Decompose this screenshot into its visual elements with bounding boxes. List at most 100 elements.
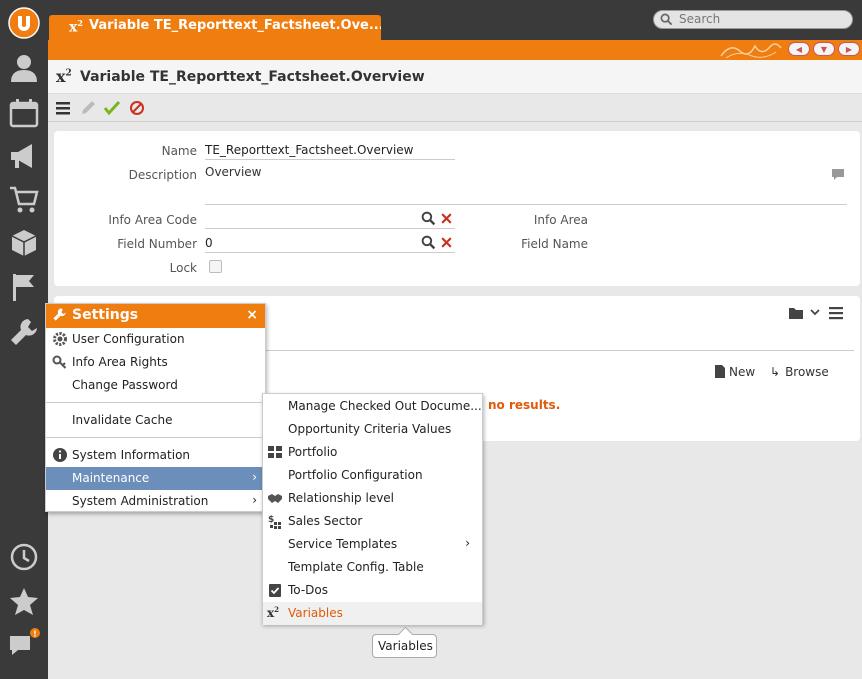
settings-menu-header: Settings × — [46, 304, 265, 328]
search-icon[interactable] — [421, 235, 436, 250]
menu-item-label: User Configuration — [72, 332, 185, 346]
chevron-down-icon[interactable] — [810, 309, 820, 317]
info-area-code-field[interactable] — [205, 211, 455, 229]
star-icon[interactable] — [8, 586, 40, 618]
document-icon — [715, 365, 725, 378]
menu-item-label: Change Password — [72, 378, 178, 392]
lock-label: Lock — [169, 261, 197, 275]
page-header: x2 Variable TE_Reporttext_Factsheet.Over… — [48, 60, 862, 94]
browse-arrow-icon: ↳ — [770, 365, 781, 379]
submenu-item-portfolio-configuration[interactable]: Portfolio Configuration — [263, 464, 482, 487]
chevron-right-icon: › — [252, 470, 257, 484]
flag-icon[interactable] — [8, 271, 40, 303]
info-icon — [53, 448, 67, 462]
variable-icon: x2 — [56, 67, 72, 86]
menu-item-change-password[interactable]: Change Password — [46, 374, 265, 397]
description-label: Description — [128, 168, 197, 182]
menu-icon[interactable] — [828, 305, 844, 321]
clear-icon[interactable] — [440, 236, 453, 249]
info-area-label: Info Area — [533, 213, 588, 227]
next-record-button[interactable]: ▶ — [838, 42, 860, 56]
svg-text:$: $ — [268, 515, 274, 525]
key-icon — [52, 355, 67, 369]
left-sidebar: ! — [0, 0, 48, 679]
new-button[interactable]: New — [714, 364, 755, 379]
record-list-dropdown-button[interactable]: ▼ — [813, 42, 835, 56]
submenu-item-opportunity-criteria-values[interactable]: Opportunity Criteria Values — [263, 418, 482, 441]
details-form: Name TE_Reporttext_Factsheet.Overview De… — [54, 131, 860, 286]
submenu-item-variables[interactable]: x2 Variables — [263, 602, 482, 625]
name-field[interactable]: TE_Reporttext_Factsheet.Overview — [205, 142, 455, 160]
cancel-icon[interactable] — [128, 99, 146, 117]
submenu-item-label: Opportunity Criteria Values — [288, 422, 452, 436]
menu-divider — [46, 402, 265, 403]
previous-record-button[interactable]: ◀ — [788, 42, 810, 56]
field-name-label: Field Name — [521, 237, 588, 251]
cart-icon[interactable] — [8, 183, 40, 215]
info-area-code-label: Info Area Code — [108, 213, 197, 227]
submenu-item-sales-sector[interactable]: $ Sales Sector — [263, 510, 482, 533]
tooltip: Variables — [372, 634, 437, 658]
chat-notification-icon[interactable]: ! — [8, 628, 40, 660]
menu-item-user-configuration[interactable]: User Configuration — [46, 328, 265, 351]
page-title: Variable TE_Reporttext_Factsheet.Overvie… — [80, 69, 425, 85]
maintenance-submenu: Manage Checked Out Docume... Opportunity… — [262, 393, 483, 625]
save-check-icon[interactable] — [103, 99, 121, 117]
menu-divider — [46, 437, 265, 438]
submenu-item-template-config-table[interactable]: Template Config. Table — [263, 556, 482, 579]
new-label: New — [729, 365, 756, 379]
orange-bar: ◀ ▼ ▶ — [48, 40, 862, 60]
comment-icon[interactable] — [830, 166, 846, 182]
submenu-item-relationship-level[interactable]: Relationship level — [263, 487, 482, 510]
sales-sector-icon: $ — [268, 515, 281, 529]
submenu-item-label: Manage Checked Out Docume... — [288, 399, 482, 413]
record-tab[interactable]: x2 Variable TE_Reporttext_Factsheet.Ove.… — [49, 15, 381, 40]
submenu-item-manage-checked-out-documents[interactable]: Manage Checked Out Docume... — [263, 395, 482, 418]
edit-pencil-icon[interactable] — [79, 99, 97, 117]
submenu-item-label: To-Dos — [288, 583, 329, 597]
description-field[interactable]: Overview — [205, 163, 847, 205]
megaphone-icon[interactable] — [8, 140, 40, 172]
app-logo-icon[interactable] — [8, 7, 40, 39]
browse-label: Browse — [785, 365, 829, 379]
submenu-item-label: Portfolio Configuration — [288, 468, 423, 482]
toolbar — [48, 94, 862, 122]
search-icon[interactable] — [421, 211, 436, 226]
folder-icon[interactable] — [788, 306, 804, 320]
history-clock-icon[interactable] — [8, 541, 40, 573]
menu-item-maintenance[interactable]: Maintenance › — [46, 467, 265, 490]
menu-item-invalidate-cache[interactable]: Invalidate Cache — [46, 409, 265, 432]
submenu-item-label: Relationship level — [288, 491, 395, 505]
field-number-label: Field Number — [117, 237, 197, 251]
lock-checkbox[interactable] — [209, 260, 222, 273]
top-bar: x2 Variable TE_Reporttext_Factsheet.Ove.… — [48, 0, 862, 40]
submenu-item-to-dos[interactable]: To-Dos — [263, 579, 482, 602]
decorative-flourish-icon — [720, 43, 782, 59]
settings-title: Settings — [72, 307, 139, 323]
submenu-item-service-templates[interactable]: Service Templates › — [263, 533, 482, 556]
menu-item-label: Maintenance — [72, 471, 150, 485]
wrench-icon[interactable] — [8, 316, 40, 348]
search-input[interactable]: Search — [653, 10, 853, 29]
menu-item-system-information[interactable]: System Information — [46, 444, 265, 467]
menu-item-label: System Information — [72, 448, 191, 462]
box-icon[interactable] — [8, 227, 40, 259]
menu-item-label: Invalidate Cache — [72, 413, 173, 427]
menu-icon[interactable] — [54, 99, 72, 117]
submenu-item-label: Portfolio — [288, 445, 338, 459]
checklist-icon — [269, 584, 281, 597]
person-icon[interactable] — [8, 52, 40, 84]
submenu-item-label: Service Templates — [288, 537, 398, 551]
browse-button[interactable]: ↳ Browse — [770, 365, 829, 379]
submenu-item-label: Variables — [288, 606, 343, 620]
field-number-field[interactable]: 0 — [205, 235, 455, 253]
submenu-item-label: Template Config. Table — [288, 560, 424, 574]
submenu-item-portfolio[interactable]: Portfolio — [263, 441, 482, 464]
calendar-icon[interactable] — [8, 97, 40, 129]
menu-item-label: System Administration — [72, 494, 209, 508]
clear-icon[interactable] — [440, 212, 453, 225]
menu-item-system-administration[interactable]: System Administration › — [46, 490, 265, 513]
close-icon[interactable]: × — [246, 307, 258, 323]
menu-item-info-area-rights[interactable]: Info Area Rights — [46, 351, 265, 374]
submenu-item-label: Sales Sector — [288, 514, 363, 528]
